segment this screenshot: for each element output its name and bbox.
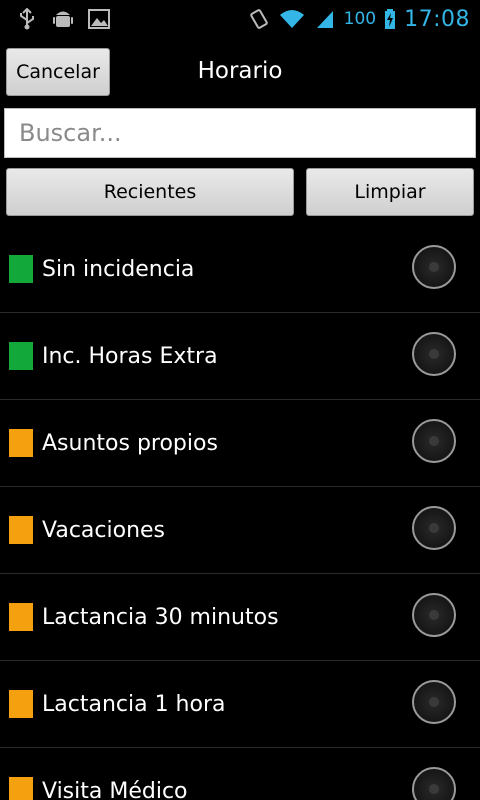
radio-button[interactable]: [412, 419, 456, 463]
color-swatch: [9, 429, 33, 457]
list-item-label: Vacaciones: [42, 517, 166, 543]
clear-button[interactable]: Limpiar: [306, 168, 474, 216]
signal-icon: [314, 8, 336, 30]
page-title: Horario: [197, 58, 283, 84]
list-item-label: Visita Médico: [42, 778, 188, 800]
list-item-label: Lactancia 30 minutos: [42, 604, 279, 630]
radio-button[interactable]: [412, 593, 456, 637]
radio-button[interactable]: [412, 680, 456, 724]
color-swatch: [9, 255, 33, 283]
radio-dot: [429, 523, 439, 533]
list-item-label: Asuntos propios: [42, 430, 218, 456]
radio-dot: [429, 697, 439, 707]
color-swatch: [9, 690, 33, 718]
radio-dot: [429, 349, 439, 359]
radio-dot: [429, 262, 439, 272]
radio-button[interactable]: [412, 332, 456, 376]
status-bar: 100 17:08: [0, 0, 480, 38]
list-item[interactable]: Vacaciones: [0, 487, 480, 574]
schedule-list[interactable]: Sin incidencia Inc. Horas Extra Asuntos …: [0, 226, 480, 800]
recent-button[interactable]: Recientes: [6, 168, 294, 216]
status-bar-system: 100 17:08: [248, 7, 480, 32]
status-bar-notifications: [0, 8, 110, 30]
list-item-label: Sin incidencia: [42, 256, 195, 282]
radio-dot: [429, 610, 439, 620]
list-item[interactable]: Visita Médico: [0, 748, 480, 800]
wifi-icon: [278, 8, 306, 30]
usb-icon: [16, 8, 38, 30]
radio-dot: [429, 784, 439, 794]
clock: 17:08: [404, 6, 470, 32]
radio-button[interactable]: [412, 245, 456, 289]
list-item-label: Inc. Horas Extra: [42, 343, 218, 369]
list-item-label: Lactancia 1 hora: [42, 691, 226, 717]
color-swatch: [9, 516, 33, 544]
vibrate-icon: [248, 8, 270, 30]
search-box[interactable]: [4, 108, 476, 158]
header: Cancelar Horario: [0, 38, 480, 106]
color-swatch: [9, 342, 33, 370]
color-swatch: [9, 777, 33, 800]
image-icon: [88, 8, 110, 30]
color-swatch: [9, 603, 33, 631]
list-item[interactable]: Lactancia 1 hora: [0, 661, 480, 748]
battery-charging-icon: [384, 8, 396, 30]
list-item[interactable]: Inc. Horas Extra: [0, 313, 480, 400]
battery-level: 100: [343, 9, 377, 29]
android-debug-icon: [52, 8, 74, 30]
radio-dot: [429, 436, 439, 446]
list-item[interactable]: Lactancia 30 minutos: [0, 574, 480, 661]
radio-button[interactable]: [412, 767, 456, 800]
list-item[interactable]: Sin incidencia: [0, 226, 480, 313]
radio-button[interactable]: [412, 506, 456, 550]
search-input[interactable]: [17, 118, 475, 148]
list-item[interactable]: Asuntos propios: [0, 400, 480, 487]
